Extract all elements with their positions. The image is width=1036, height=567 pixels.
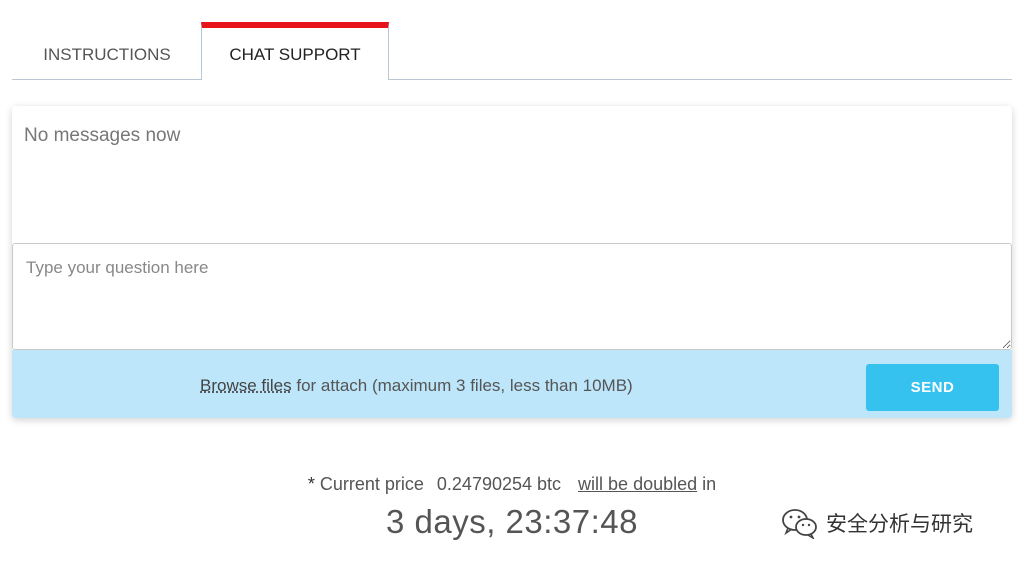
wechat-icon <box>780 507 818 539</box>
browse-files-link[interactable]: Browse files <box>200 376 292 395</box>
asterisk: * <box>307 474 315 494</box>
watermark-text: 安全分析与研究 <box>826 512 973 536</box>
tab-bar: INSTRUCTIONS CHAT SUPPORT <box>12 22 1012 80</box>
attach-hint: for attach (maximum 3 files, less than 1… <box>291 376 633 395</box>
attach-text: Browse files for attach (maximum 3 files… <box>200 376 633 396</box>
chat-panel: No messages now Browse files for attach … <box>12 106 1012 418</box>
price-suffix: in <box>697 474 717 494</box>
price-line: * Current price 0.24790254 btc will be d… <box>0 474 1024 495</box>
watermark: 安全分析与研究 <box>780 506 973 540</box>
tab-instructions[interactable]: INSTRUCTIONS <box>12 22 202 79</box>
send-button[interactable]: SEND <box>866 364 999 411</box>
price-value: 0.24790254 btc <box>436 474 562 494</box>
attach-bar: Browse files for attach (maximum 3 files… <box>12 350 1012 418</box>
page: INSTRUCTIONS CHAT SUPPORT No messages no… <box>0 0 1036 567</box>
tab-chat-support[interactable]: CHAT SUPPORT <box>201 22 389 80</box>
price-prefix: Current price <box>314 474 424 494</box>
doubled-link[interactable]: will be doubled <box>578 474 697 494</box>
empty-messages-text: No messages now <box>24 125 181 146</box>
message-list: No messages now <box>12 106 1012 242</box>
question-input[interactable] <box>12 243 1012 350</box>
